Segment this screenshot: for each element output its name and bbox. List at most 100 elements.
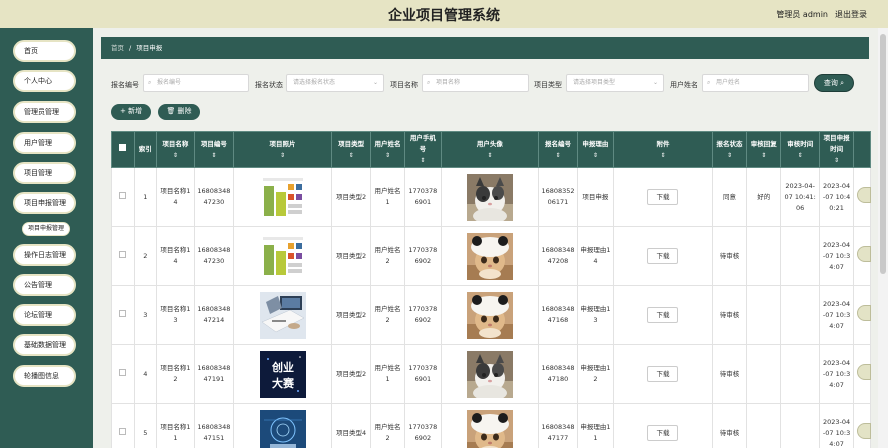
project-photo[interactable]: 创业 大赛 (259, 350, 306, 398)
row-checkbox[interactable] (119, 250, 127, 258)
project-photo[interactable] (259, 291, 306, 339)
row-action-button[interactable] (857, 364, 872, 380)
cell-index: 2 (133, 226, 157, 286)
delete-button[interactable]: 🗑 删除 (158, 104, 200, 120)
cell-apply-no: 1680834847177 (538, 403, 578, 448)
table-row[interactable]: 3 项目名称13 1680834847214 项目类型2 用户姓名2 1770378690… (111, 285, 872, 345)
download-button[interactable]: 下载 (647, 248, 679, 264)
sort-icon[interactable]: ⇕ (541, 150, 574, 161)
column-header[interactable]: 审核回复 ⇕ (746, 131, 782, 168)
column-header[interactable]: 审核时间 ⇕ (780, 131, 820, 168)
sidebar-item[interactable]: 首页 (13, 40, 76, 62)
cell-phone: 17703786901 (404, 344, 442, 404)
column-header: 索引 (133, 131, 157, 168)
download-button[interactable]: 下载 (647, 189, 679, 205)
sidebar-item[interactable]: 个人中心 (13, 70, 76, 92)
sidebar-item[interactable]: 管理员管理 (13, 101, 76, 123)
row-action-button[interactable] (857, 305, 872, 321)
sort-icon[interactable]: ⇕ (715, 150, 744, 161)
cell-reply (746, 226, 782, 286)
sort-icon[interactable]: ⇕ (236, 150, 330, 161)
sidebar-item[interactable]: 论坛管理 (13, 304, 76, 326)
row-actions-cell (853, 167, 872, 227)
row-action-button[interactable] (857, 423, 872, 439)
column-header[interactable]: 项目名称 ⇕ (155, 131, 196, 168)
sort-icon[interactable]: ⇕ (749, 150, 778, 161)
avatar[interactable] (466, 291, 513, 339)
project-photo-cell (232, 403, 333, 448)
sort-icon[interactable]: ⇕ (616, 150, 710, 161)
search-input[interactable]: ⌕ 用户姓名 (702, 74, 809, 92)
sort-icon[interactable]: ⇕ (783, 150, 816, 161)
row-checkbox[interactable] (119, 309, 127, 317)
search-select[interactable]: ⌄ 请选择报名状态 (286, 74, 384, 92)
cell-project-no: 1680834847230 (194, 167, 234, 227)
sidebar-item[interactable]: 基础数据管理 (13, 334, 76, 356)
sort-icon[interactable]: ⇕ (822, 155, 851, 166)
row-action-button[interactable] (857, 246, 872, 262)
row-checkbox[interactable] (119, 191, 127, 199)
chevron-down-icon: ⌄ (372, 79, 378, 86)
row-action-button[interactable] (857, 187, 872, 203)
project-photo[interactable] (259, 173, 306, 221)
column-header[interactable]: 项目照片 ⇕ (232, 131, 333, 168)
add-button[interactable]: + 新增 (111, 104, 151, 120)
avatar[interactable] (466, 232, 513, 280)
sidebar-item[interactable]: 轮播图信息 (13, 365, 76, 387)
avatar[interactable] (466, 409, 513, 448)
cell-review-time (780, 344, 820, 404)
project-photo[interactable] (259, 409, 306, 448)
select-all-checkbox[interactable] (119, 144, 127, 151)
download-button[interactable]: 下载 (647, 425, 679, 441)
search-input[interactable]: ⌕ 项目名称 (422, 74, 529, 92)
sort-icon[interactable]: ⇕ (197, 150, 230, 161)
column-header[interactable]: 项目编号 ⇕ (194, 131, 234, 168)
row-select-cell (111, 344, 135, 404)
row-checkbox[interactable] (119, 427, 127, 435)
download-button[interactable]: 下载 (647, 307, 679, 323)
column-header[interactable]: 报名状态 ⇕ (711, 131, 748, 168)
avatar[interactable] (466, 173, 513, 224)
cell-reason: 申报理由11 (576, 403, 615, 448)
table-row[interactable]: 1 项目名称14 1680834847230 项目类型2 用户姓名1 1770378690… (111, 167, 872, 227)
column-header-label: 报名编号 (544, 139, 571, 148)
sort-icon[interactable]: ⇕ (159, 150, 192, 161)
table-row[interactable]: 4 项目名称12 1680834847191 创业 大赛 项目类型2 用户姓名1 177037… (111, 344, 872, 404)
query-button[interactable]: 查询 ⌕ (814, 74, 854, 92)
sort-icon[interactable]: ⇕ (444, 150, 537, 161)
column-header[interactable]: 项目申报时间 ⇕ (818, 131, 855, 168)
table-row[interactable]: 5 项目名称11 1680834847151 项目类型4 用户姓名2 1770378690… (111, 403, 872, 448)
cell-project-name: 项目名称12 (155, 344, 196, 404)
sidebar-item[interactable]: 项目管理 (13, 162, 76, 184)
sidebar-item[interactable]: 用户管理 (13, 132, 76, 154)
column-header[interactable]: 报名编号 ⇕ (538, 131, 578, 168)
sort-icon[interactable]: ⇕ (334, 150, 367, 161)
cell-phone: 17703786902 (404, 403, 442, 448)
avatar[interactable] (466, 350, 513, 401)
sort-icon[interactable]: ⇕ (580, 150, 611, 161)
sidebar-item[interactable]: 项目申报管理 (13, 192, 76, 214)
project-photo[interactable] (259, 232, 306, 280)
logout-link[interactable]: 退出登录 (835, 9, 867, 20)
column-header[interactable]: 项目类型 ⇕ (331, 131, 371, 168)
project-photo-cell (232, 285, 333, 345)
page-scrollbar[interactable] (878, 28, 888, 448)
column-header[interactable]: 附件 ⇕ (613, 131, 713, 168)
column-header[interactable]: 用户头像 ⇕ (440, 131, 540, 168)
scrollbar-thumb[interactable] (880, 34, 886, 274)
row-checkbox[interactable] (119, 368, 127, 376)
sort-icon[interactable]: ⇕ (373, 150, 402, 161)
column-header[interactable]: 用户手机号 ⇕ (404, 131, 442, 168)
breadcrumb-home[interactable]: 首页 (111, 44, 124, 52)
sidebar-subitem-apply-manage[interactable]: 项目申报管理 (22, 222, 70, 236)
table-row[interactable]: 2 项目名称14 1680834847230 项目类型2 用户姓名2 1770378690… (111, 226, 872, 286)
column-header[interactable]: 用户姓名 ⇕ (369, 131, 406, 168)
column-header[interactable]: 申报理由 ⇕ (576, 131, 615, 168)
sidebar-item[interactable]: 公告管理 (13, 274, 76, 296)
current-user[interactable]: 管理员 admin (776, 9, 828, 20)
download-button[interactable]: 下载 (647, 366, 679, 382)
search-select[interactable]: ⌄ 请选择项目类型 (566, 74, 664, 92)
search-input[interactable]: ⌕ 报名编号 (143, 74, 249, 92)
sidebar-item[interactable]: 操作日志管理 (13, 244, 76, 266)
sort-icon[interactable]: ⇕ (407, 155, 438, 166)
